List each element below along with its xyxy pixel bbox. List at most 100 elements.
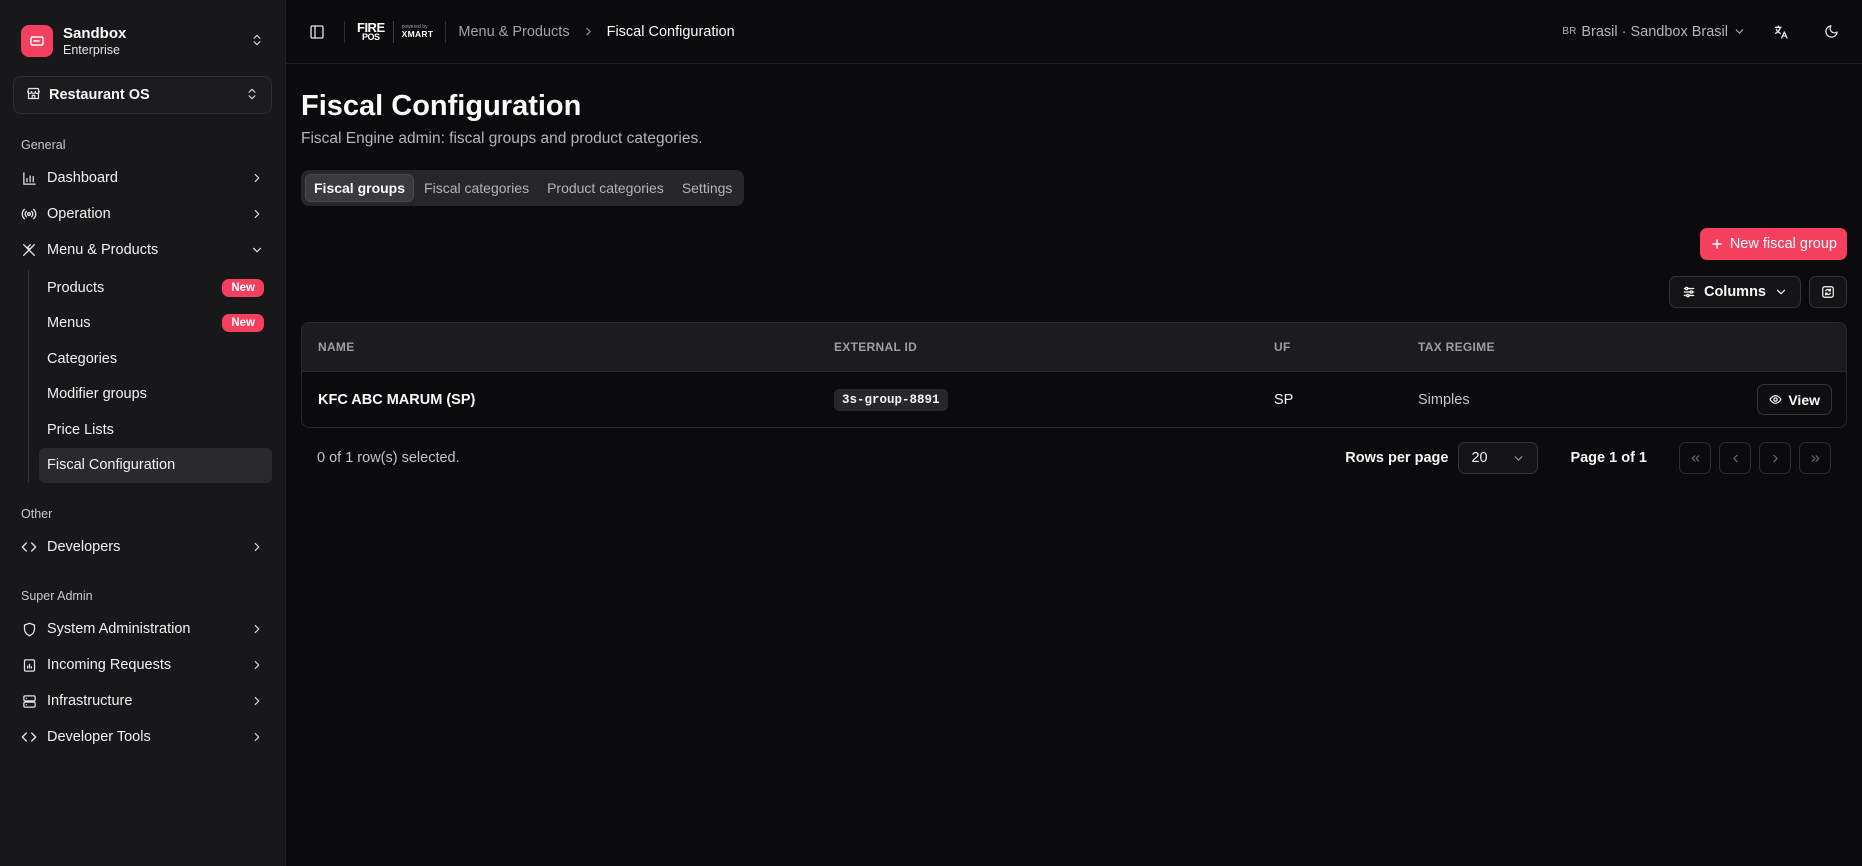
breadcrumb-link[interactable]: Menu & Products [458, 24, 569, 40]
chevron-down-icon [1776, 289, 1786, 295]
server-icon [21, 693, 37, 709]
sidebar: Sandbox Enterprise Restaurant OS General… [0, 0, 286, 866]
new-fiscal-group-label: New fiscal group [1729, 236, 1837, 252]
sidebar-item-dashboard[interactable]: Dashboard [13, 160, 272, 196]
last-page-button[interactable] [1799, 442, 1831, 474]
tab-fiscal-categories[interactable]: Fiscal categories [416, 174, 537, 202]
column-header-uf: UF [1274, 340, 1291, 354]
sidebar-item-label: Fiscal Configuration [47, 457, 176, 474]
sidebar-item-label: Products [47, 279, 105, 296]
sidebar-item-label: Developer Tools [47, 729, 151, 745]
languages-icon [1775, 24, 1788, 39]
sidebar-item-modifier-groups[interactable]: Modifier groups [39, 377, 272, 413]
previous-page-button[interactable] [1719, 442, 1751, 474]
tab-product-categories[interactable]: Product categories [539, 174, 672, 202]
cell-uf: SP [1274, 391, 1294, 408]
column-header-name: NAME [318, 340, 355, 354]
table-footer: 0 of 1 row(s) selected. Rows per page 20… [301, 442, 1847, 474]
region-code: BR [1562, 26, 1577, 37]
shield-icon [21, 621, 37, 637]
new-badge: New [222, 278, 264, 297]
sidebar-item-incoming-requests[interactable]: Incoming Requests [13, 647, 272, 683]
radio-icon [21, 206, 37, 222]
sidebar-item-price-lists[interactable]: Price Lists [39, 412, 272, 448]
new-fiscal-group-button[interactable]: New fiscal group [1699, 228, 1847, 260]
breadcrumb: Menu & Products Fiscal Configuration [458, 24, 734, 40]
sidebar-item-products[interactable]: Products New [39, 270, 272, 306]
chevron-right-icon [1772, 454, 1778, 462]
view-button[interactable]: View [1757, 384, 1832, 415]
workspace-switcher[interactable]: Restaurant OS [13, 76, 272, 114]
topbar: FIRE POS powered by XMART Menu & Product… [286, 0, 1862, 64]
page-info: Page 1 of 1 [1570, 450, 1647, 466]
chevron-down-icon [1735, 29, 1744, 34]
next-page-button[interactable] [1759, 442, 1791, 474]
chevron-down-icon [252, 247, 262, 253]
sidebar-item-system-administration[interactable]: System Administration [13, 611, 272, 647]
sidebar-item-menus[interactable]: Menus New [39, 306, 272, 342]
table-row[interactable]: KFC ABC MARUM (SP) 3s-group-8891 SP Simp… [302, 371, 1846, 427]
chevrons-up-down-icon [245, 87, 259, 104]
theme-toggle-button[interactable] [1816, 17, 1846, 47]
language-button[interactable] [1766, 17, 1796, 47]
view-label: View [1788, 391, 1820, 408]
org-switcher[interactable]: Sandbox Enterprise [13, 12, 272, 70]
org-plan: Enterprise [63, 42, 120, 57]
chevrons-right-icon [1811, 454, 1819, 462]
sidebar-item-categories[interactable]: Categories [39, 341, 272, 377]
sidebar-item-developers[interactable]: Developers [13, 529, 272, 565]
table-header: NAME EXTERNAL ID UF TAX REGIME [302, 323, 1846, 371]
selection-count: 0 of 1 row(s) selected. [317, 450, 460, 466]
refresh-button[interactable] [1809, 276, 1847, 308]
pagination [1679, 442, 1831, 474]
chevrons-left-icon [1691, 454, 1699, 462]
sidebar-item-operation[interactable]: Operation [13, 196, 272, 232]
file-chart-icon [21, 657, 37, 673]
sidebar-item-label: Categories [47, 350, 118, 367]
sidebar-item-label: Modifier groups [47, 386, 147, 403]
sidebar-item-fiscal-configuration[interactable]: Fiscal Configuration [39, 447, 272, 483]
chevron-right-icon [254, 624, 260, 634]
workspace-label: Restaurant OS [49, 87, 150, 103]
sidebar-item-menu-products[interactable]: Menu & Products [13, 232, 272, 268]
group-label-general: General [21, 138, 66, 152]
refresh-icon [1822, 286, 1834, 298]
sidebar-item-label: Operation [47, 206, 111, 222]
column-header-tax-regime: TAX REGIME [1418, 340, 1495, 354]
group-label-super-admin: Super Admin [21, 589, 93, 603]
sidebar-item-label: Price Lists [47, 421, 114, 438]
sidebar-item-label: Menus [47, 315, 91, 332]
columns-label: Columns [1703, 284, 1766, 300]
breadcrumb-current: Fiscal Configuration [606, 23, 735, 40]
rows-per-page-label: Rows per page [1345, 450, 1449, 466]
tab-settings[interactable]: Settings [674, 174, 741, 202]
tab-fiscal-groups[interactable]: Fiscal groups [305, 174, 415, 202]
divider [392, 20, 394, 43]
chevron-right-icon [254, 209, 260, 219]
fire-pos-logo: FIRE POS [357, 21, 385, 42]
sidebar-item-developer-tools[interactable]: Developer Tools [13, 719, 272, 755]
sidebar-item-label: Infrastructure [47, 693, 133, 709]
columns-button[interactable]: Columns [1668, 276, 1801, 308]
first-page-button[interactable] [1679, 442, 1711, 474]
region-selector[interactable]: BR Brasil · Sandbox Brasil [1562, 24, 1746, 40]
chevron-down-icon [1515, 455, 1523, 461]
rows-per-page-select[interactable]: 20 [1458, 442, 1539, 474]
sidebar-toggle-button[interactable] [302, 17, 332, 47]
bar-chart-icon [21, 170, 37, 186]
region-label: Brasil · Sandbox Brasil [1581, 23, 1728, 40]
cell-external-id: 3s-group-8891 [834, 388, 948, 411]
rows-per-page-value: 20 [1471, 450, 1488, 466]
brand-xmart-text: XMART [401, 28, 434, 39]
chevrons-up-down-icon [250, 33, 264, 50]
sidebar-item-infrastructure[interactable]: Infrastructure [13, 683, 272, 719]
sliders-icon [1683, 286, 1695, 298]
plus-icon [1712, 239, 1722, 249]
chevron-right-icon [254, 696, 260, 706]
sidebar-item-label: Developers [47, 539, 121, 555]
page-subtitle: Fiscal Engine admin: fiscal groups and p… [301, 130, 703, 147]
sidebar-item-label: System Administration [47, 621, 191, 637]
store-icon [26, 86, 41, 104]
brand-logo: FIRE POS powered by XMART [357, 20, 434, 43]
code-icon [21, 539, 37, 555]
